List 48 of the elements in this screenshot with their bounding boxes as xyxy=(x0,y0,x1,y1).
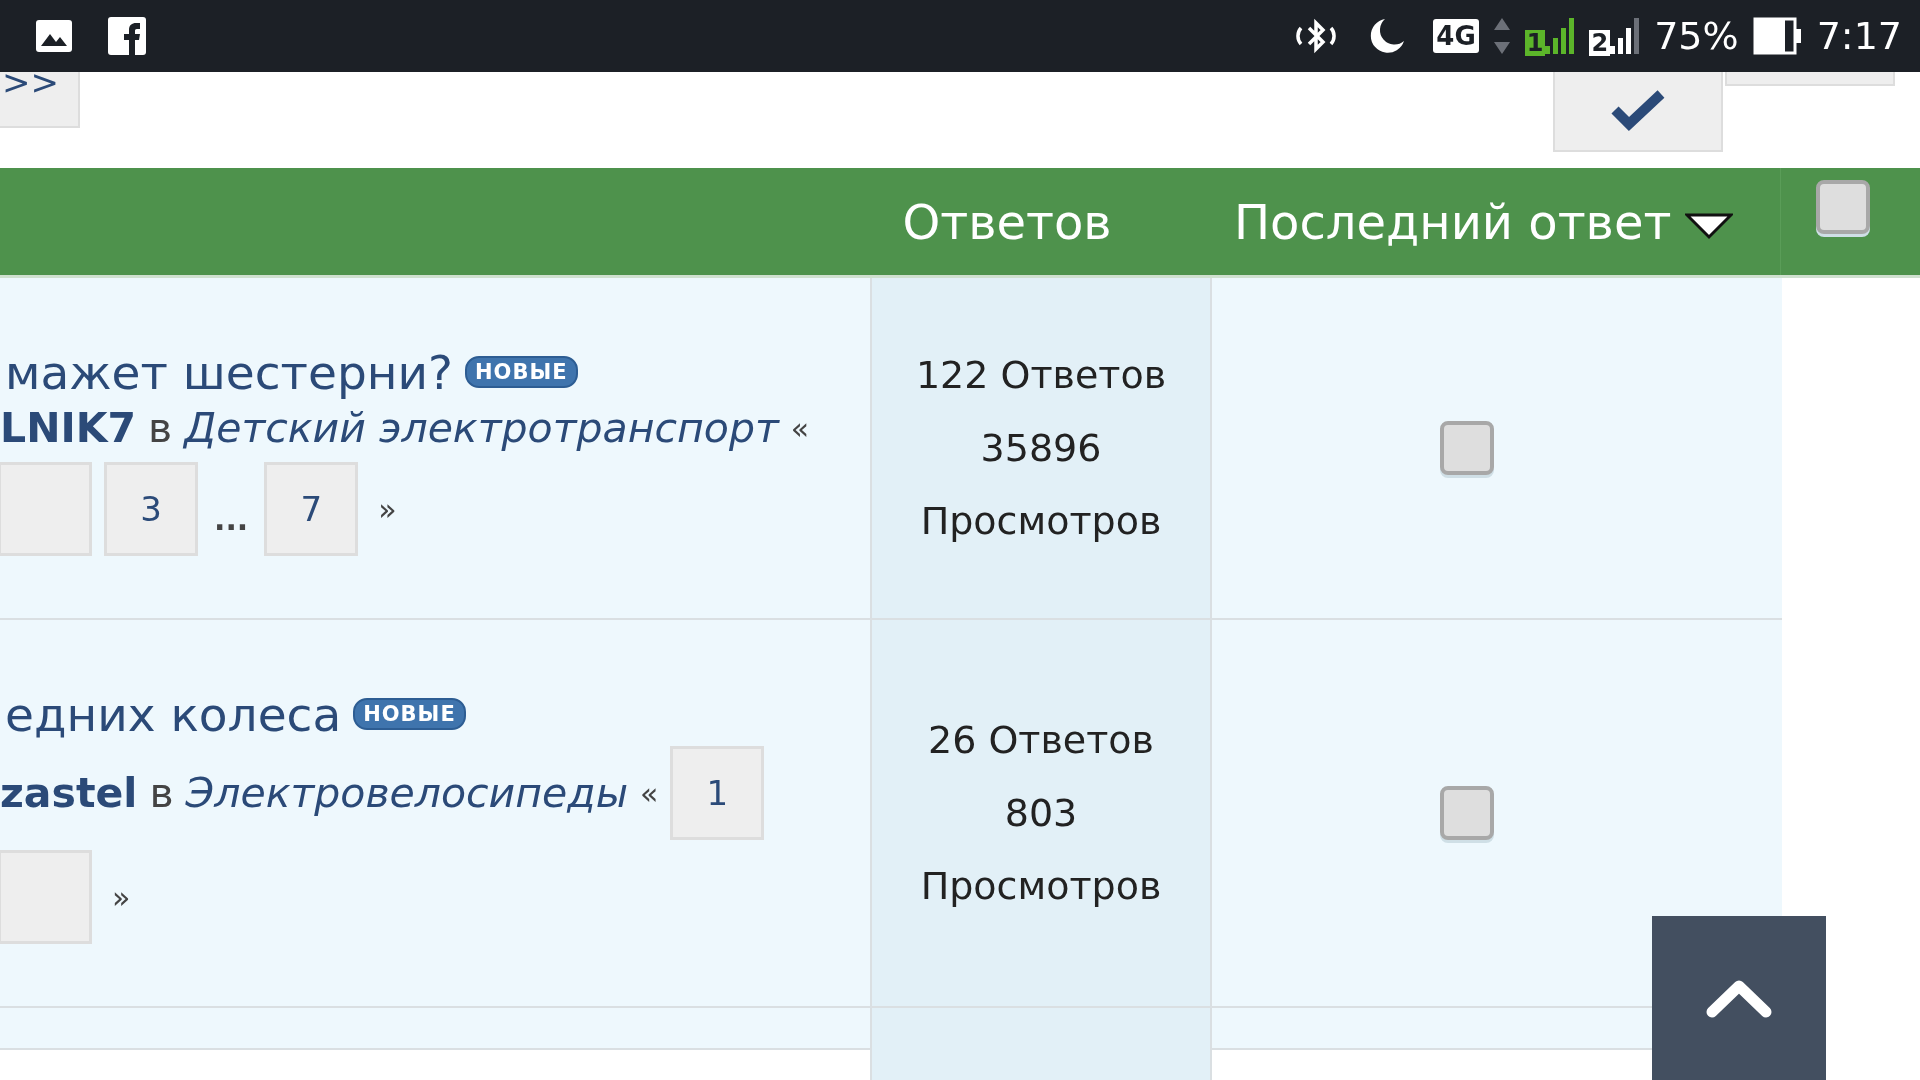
previous-button[interactable]: >> xyxy=(0,72,80,128)
pages-separator: « xyxy=(790,410,810,446)
replies-count: 122 Ответов xyxy=(915,351,1167,399)
ellipsis-text: ... xyxy=(213,500,250,537)
topic-title[interactable]: едних колеса xyxy=(5,686,342,742)
preposition-text: в xyxy=(148,404,173,452)
sim-number: 1 xyxy=(1524,30,1546,56)
preposition-text: в xyxy=(149,769,174,817)
gallery-icon xyxy=(34,18,74,54)
mark-read-button[interactable] xyxy=(1553,72,1723,152)
data-arrows-icon xyxy=(1492,16,1511,56)
page-button[interactable]: 1 xyxy=(670,746,765,840)
views-label: Просмотров xyxy=(920,497,1162,545)
forum-link[interactable]: Электровелосипеды xyxy=(185,769,628,817)
new-badge: НОВЫЕ xyxy=(464,356,578,388)
forum-link[interactable]: Детский электротранспорт xyxy=(184,404,779,452)
page-button[interactable] xyxy=(0,462,92,556)
views-count: 35896 xyxy=(980,424,1102,472)
row-checkbox[interactable] xyxy=(1440,421,1494,475)
signal-icon xyxy=(1545,16,1576,56)
checkmark-icon xyxy=(1611,90,1665,132)
back-to-top-button[interactable] xyxy=(1652,916,1826,1080)
views-label: Просмотров xyxy=(920,862,1162,910)
sim-number: 2 xyxy=(1589,30,1611,56)
page-button[interactable] xyxy=(0,850,92,944)
pages-separator: « xyxy=(640,775,659,811)
clock: 7:17 xyxy=(1816,14,1902,58)
column-header[interactable]: Ответов xyxy=(902,193,1112,250)
battery-icon xyxy=(1752,17,1803,55)
next-page-link[interactable]: » xyxy=(370,491,397,527)
signal-icon xyxy=(1610,16,1641,56)
topic-title[interactable]: мажет шестерни? xyxy=(5,344,453,400)
views-count: 803 xyxy=(1004,789,1078,837)
page-button[interactable]: 3 xyxy=(104,462,198,556)
battery-percent: 75% xyxy=(1654,14,1739,58)
page-button[interactable]: 7 xyxy=(264,462,359,556)
row-checkbox[interactable] xyxy=(1440,786,1494,840)
column-header[interactable]: Последний ответ xyxy=(1234,193,1672,250)
new-badge: НОВЫЕ xyxy=(353,698,466,730)
author-link[interactable]: zastel xyxy=(0,769,138,817)
select-all-checkbox[interactable] xyxy=(1815,180,1870,234)
next-page-link[interactable]: » xyxy=(104,879,131,915)
sort-caret-icon[interactable] xyxy=(1685,212,1734,241)
network-type: 4G xyxy=(1433,19,1479,53)
replies-count: 26 Ответов xyxy=(927,716,1154,764)
chevron-up-icon xyxy=(1706,978,1772,1018)
author-link[interactable]: LNIK7 xyxy=(0,404,136,452)
facebook-icon xyxy=(108,17,146,55)
